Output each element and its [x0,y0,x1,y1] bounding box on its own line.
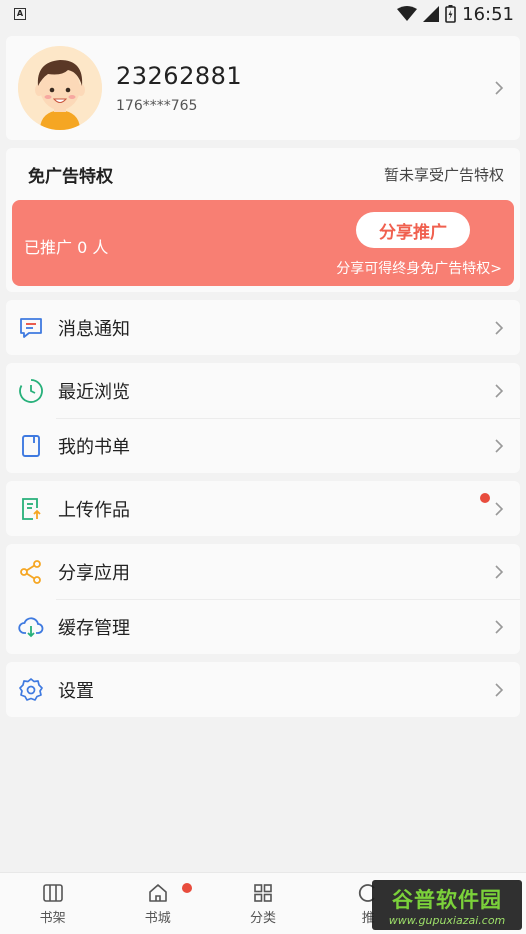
message-icon [20,317,42,338]
watermark-url: www.gupuxiazai.com [388,913,506,927]
menu-label-settings: 设置 [58,680,94,702]
cloud-download-icon [18,616,44,637]
tab-badge-dot [181,883,192,893]
signal-icon [423,6,440,22]
chevron-right-icon [495,81,504,95]
upload-document-icon [22,497,41,520]
watermark-title: 谷普软件园 [392,887,502,912]
user-phone: 176****765 [116,98,198,114]
chevron-right-icon [495,438,504,453]
bookshelf-icon [42,883,63,902]
menu-group-reading: 最近浏览 我的书单 [6,363,520,473]
chevron-right-icon [495,619,504,634]
wifi-icon [397,6,418,21]
menu-item-settings[interactable]: 设置 [6,662,520,717]
chevron-right-icon [495,501,504,516]
menu-item-share-app[interactable]: 分享应用 [6,544,520,599]
menu-item-upload[interactable]: 上传作品 [6,481,520,536]
book-icon [22,434,40,457]
share-icon [20,559,41,584]
menu-label-recent: 最近浏览 [58,381,130,403]
tab-category[interactable]: 分类 [210,873,315,934]
menu-group-settings: 设置 [6,662,520,717]
menu-group-upload: 上传作品 [6,481,520,536]
status-time: 16:51 [462,3,514,25]
menu-item-recent[interactable]: 最近浏览 [6,363,520,418]
tab-label-bookshelf: 书架 [39,910,66,926]
menu-item-notifications[interactable]: 消息通知 [6,300,520,355]
share-promote-button[interactable]: 分享推广 [356,212,470,248]
watermark-logo: 谷普软件园 www.gupuxiazai.com [372,880,522,930]
category-grid-icon [254,883,272,902]
chevron-right-icon [495,383,504,398]
avatar[interactable] [18,46,102,130]
tab-bookstore[interactable]: 书城 [105,873,210,934]
status-bar: A 16:51 [0,0,526,28]
menu-label-notifications: 消息通知 [58,318,130,340]
tab-label-category: 分类 [250,910,277,926]
tab-bookshelf[interactable]: 书架 [0,873,105,934]
menu-label-booklist: 我的书单 [58,436,130,458]
promoted-count: 已推广 0 人 [24,238,109,257]
ad-privilege-title: 免广告特权 [28,166,113,187]
ad-privilege-card: 免广告特权 暂未享受广告特权 已推广 0 人 分享推广 分享可得终身免广告特权> [6,148,520,292]
promo-tip-link[interactable]: 分享可得终身免广告特权> [336,258,502,278]
menu-label-upload: 上传作品 [58,499,130,521]
menu-group-share: 分享应用 缓存管理 [6,544,520,654]
menu-group-notifications: 消息通知 [6,300,520,355]
chevron-right-icon [495,564,504,579]
menu-label-cache: 缓存管理 [58,617,130,639]
chevron-right-icon [495,682,504,697]
chevron-right-icon [495,320,504,335]
home-icon [148,883,167,902]
new-badge-dot [480,493,490,503]
profile-card[interactable]: 23262881 176****765 [6,36,520,140]
menu-item-booklist[interactable]: 我的书单 [6,418,520,473]
battery-icon [445,5,456,23]
promo-banner: 已推广 0 人 分享推广 分享可得终身免广告特权> [12,200,514,286]
user-id: 23262881 [116,62,243,90]
menu-label-share-app: 分享应用 [58,562,130,584]
menu-item-cache[interactable]: 缓存管理 [6,599,520,654]
ad-privilege-status: 暂未享受广告特权 [383,165,504,184]
tab-label-bookstore: 书城 [144,910,171,926]
notification-icon: A [14,8,26,20]
gear-icon [19,677,43,701]
clock-icon [19,378,43,403]
